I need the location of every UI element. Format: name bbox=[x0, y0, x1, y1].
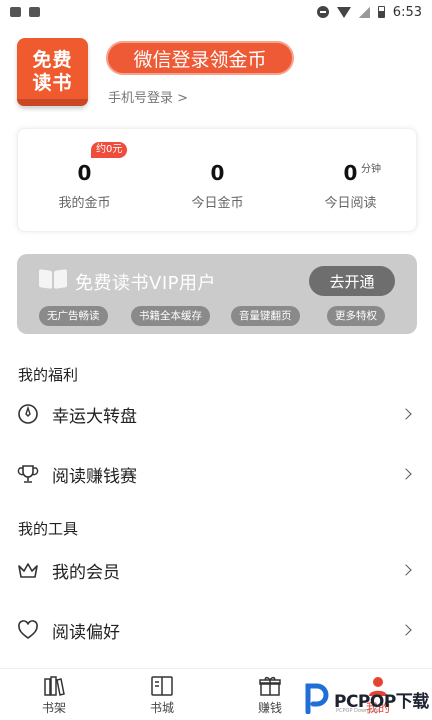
stat-label: 今日阅读 bbox=[324, 196, 377, 211]
stat-my-coins[interactable]: 0 我的金币 bbox=[18, 129, 151, 233]
nav-label: 书城 bbox=[149, 701, 174, 715]
status-time: 6:53 bbox=[392, 4, 422, 20]
stat-value: 0 bbox=[343, 161, 358, 185]
menu-item-label: 阅读偏好 bbox=[52, 622, 120, 643]
open-book-icon bbox=[39, 270, 67, 292]
stat-value: 0 bbox=[77, 161, 92, 185]
section-title-tools: 我的工具 bbox=[18, 520, 79, 538]
stats-card: 约0元 0 我的金币 0 今日金币 0 今日阅读 分钟 bbox=[17, 128, 417, 232]
nav-tab-bookshelf[interactable]: 书架 bbox=[14, 669, 94, 720]
vip-card[interactable]: 免费读书VIP用户 去开通 无广告畅读 书籍全本缓存 音量键翻页 更多特权 bbox=[17, 254, 417, 334]
vip-open-button[interactable]: 去开通 bbox=[309, 266, 395, 296]
nav-label: 赚钱 bbox=[257, 701, 282, 715]
reading-unit: 分钟 bbox=[361, 164, 381, 175]
book-icon bbox=[151, 676, 173, 696]
app-logo: 免费 读书 bbox=[17, 38, 88, 106]
watermark-logo-icon bbox=[305, 683, 329, 714]
menu-item-my-membership[interactable]: 我的会员 bbox=[0, 545, 432, 595]
nav-tab-earn[interactable]: 赚钱 bbox=[230, 669, 310, 720]
signal-icon bbox=[358, 6, 370, 18]
watermark: PCPOP下载 PCPOP Download bbox=[300, 679, 432, 719]
vip-feature-tag: 音量键翻页 bbox=[231, 306, 300, 326]
message-icon bbox=[29, 7, 40, 17]
stat-today-coins[interactable]: 0 今日金币 bbox=[151, 129, 284, 233]
battery-icon bbox=[377, 6, 385, 18]
chevron-right-icon bbox=[400, 468, 412, 480]
nav-label: 书架 bbox=[41, 701, 66, 715]
menu-item-lucky-wheel[interactable]: 幸运大转盘 bbox=[0, 389, 432, 439]
watermark-subtext: PCPOP Download bbox=[336, 708, 379, 714]
vip-title: 免费读书VIP用户 bbox=[75, 273, 216, 294]
section-title-welfare: 我的福利 bbox=[18, 366, 79, 384]
chevron-right-icon bbox=[400, 564, 412, 576]
wifi-icon bbox=[336, 6, 351, 18]
heart-icon bbox=[18, 620, 38, 639]
nav-tab-bookstore[interactable]: 书城 bbox=[122, 669, 202, 720]
status-bar: 6:53 bbox=[0, 0, 432, 24]
phone-login-link[interactable]: 手机号登录 > bbox=[108, 87, 188, 106]
menu-item-label: 我的会员 bbox=[52, 562, 120, 583]
bookshelf-icon bbox=[44, 676, 65, 696]
chevron-right-icon bbox=[400, 624, 412, 636]
turntable-icon bbox=[18, 404, 38, 424]
notification-icon bbox=[10, 7, 21, 17]
stat-label: 我的金币 bbox=[58, 196, 111, 211]
menu-item-reading-contest[interactable]: 阅读赚钱赛 bbox=[0, 449, 432, 499]
gift-icon bbox=[259, 676, 281, 696]
vip-feature-tag: 更多特权 bbox=[327, 306, 385, 326]
menu-item-reading-preference[interactable]: 阅读偏好 bbox=[0, 605, 432, 655]
trophy-icon bbox=[17, 465, 39, 483]
menu-item-label: 幸运大转盘 bbox=[52, 406, 137, 427]
stat-label: 今日金币 bbox=[191, 196, 244, 211]
vip-feature-tag: 书籍全本缓存 bbox=[131, 306, 210, 326]
wechat-login-button[interactable]: 微信登录领金币 bbox=[106, 41, 294, 75]
stat-today-reading[interactable]: 0 今日阅读 bbox=[284, 129, 417, 233]
logo-text-line1: 免费 bbox=[32, 49, 73, 71]
logo-text-line2: 读书 bbox=[32, 72, 73, 94]
vip-feature-tag: 无广告畅读 bbox=[39, 306, 108, 326]
do-not-disturb-icon bbox=[316, 6, 329, 18]
crown-icon bbox=[18, 563, 38, 578]
stat-value: 0 bbox=[210, 161, 225, 185]
chevron-right-icon bbox=[400, 408, 412, 420]
menu-item-label: 阅读赚钱赛 bbox=[52, 466, 137, 487]
